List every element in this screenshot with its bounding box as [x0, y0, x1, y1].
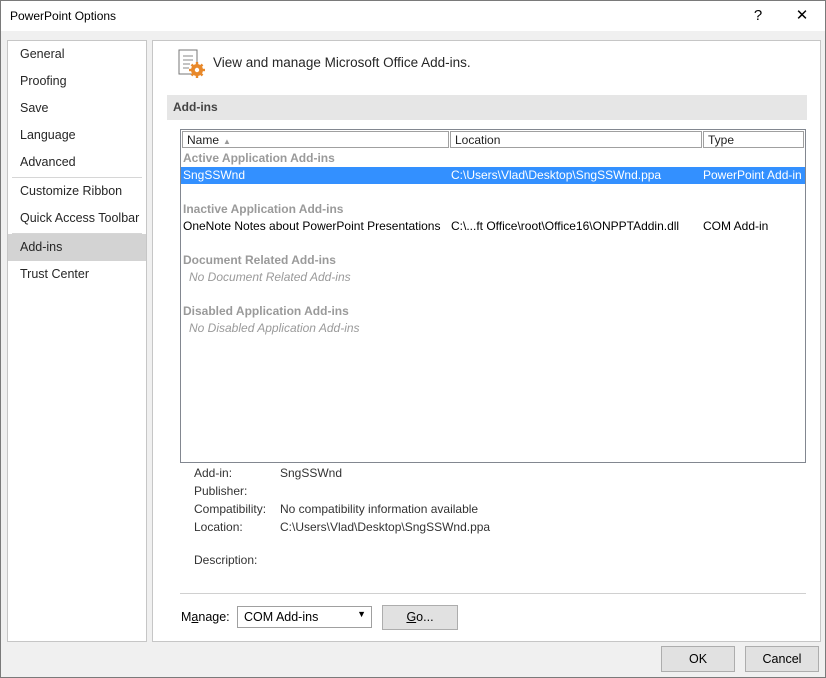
nav-item-trust-center[interactable]: Trust Center — [8, 261, 146, 287]
section-title: Add-ins — [173, 100, 218, 114]
cell-name: OneNote Notes about PowerPoint Presentat… — [183, 219, 441, 233]
group-document-label: Document Related Add-ins — [183, 253, 336, 267]
column-header-type[interactable]: Type — [703, 131, 804, 148]
group-active-label: Active Application Add-ins — [183, 151, 335, 165]
group-disabled-label: Disabled Application Add-ins — [183, 304, 349, 318]
nav-item-language[interactable]: Language — [8, 122, 146, 148]
nav-item-advanced[interactable]: Advanced — [8, 149, 146, 175]
close-button[interactable]: ✕ — [779, 1, 825, 31]
cell-type: PowerPoint Add-in — [703, 168, 802, 182]
go-button[interactable]: Go... — [382, 605, 458, 630]
title-bar: PowerPoint Options ? ✕ — [1, 1, 825, 31]
options-dialog: PowerPoint Options ? ✕ General Proofing … — [0, 0, 826, 678]
detail-publisher-label: Publisher: — [194, 484, 248, 498]
detail-addin-label: Add-in: — [194, 466, 233, 480]
column-header-name[interactable]: Name ▲ — [182, 131, 449, 148]
group-inactive-label: Inactive Application Add-ins — [183, 202, 344, 216]
addins-gear-icon — [178, 49, 205, 78]
chevron-down-icon: ▼ — [357, 609, 366, 619]
nav-item-proofing[interactable]: Proofing — [8, 68, 146, 94]
ok-button[interactable]: OK — [661, 646, 735, 672]
detail-location-value: C:\Users\Vlad\Desktop\SngSSWnd.ppa — [280, 520, 491, 534]
column-header-location[interactable]: Location — [450, 131, 702, 148]
nav-item-quick-access-toolbar[interactable]: Quick Access Toolbar — [8, 205, 146, 231]
addins-panel: View and manage Microsoft Office Add-ins… — [152, 40, 821, 642]
cell-location: C:\...ft Office\root\Office16\ONPPTAddin… — [451, 219, 680, 233]
nav-item-general[interactable]: General — [8, 41, 146, 67]
detail-description-label: Description: — [194, 553, 258, 567]
addins-list[interactable]: Name ▲ Location Type Active Application A… — [180, 129, 806, 463]
cell-name: SngSSWnd — [183, 168, 246, 182]
table-row[interactable]: OneNote Notes about PowerPoint Presentat… — [181, 218, 805, 235]
window-title: PowerPoint Options — [10, 9, 117, 23]
cell-type: COM Add-in — [703, 219, 769, 233]
manage-label: Manage: — [181, 610, 230, 624]
sort-ascending-icon: ▲ — [223, 137, 231, 146]
cell-location: C:\Users\Vlad\Desktop\SngSSWnd.ppa — [451, 168, 662, 182]
nav-item-save[interactable]: Save — [8, 95, 146, 121]
table-row-selected[interactable]: SngSSWnd C:\Users\Vlad\Desktop\SngSSWnd.… — [181, 167, 805, 184]
nav-item-customize-ribbon[interactable]: Customize Ribbon — [8, 178, 146, 204]
group-document-empty: No Document Related Add-ins — [189, 270, 351, 284]
nav-item-add-ins[interactable]: Add-ins — [8, 234, 146, 261]
detail-addin-value: SngSSWnd — [280, 466, 343, 480]
detail-location-label: Location: — [194, 520, 243, 534]
detail-compatibility-label: Compatibility: — [194, 502, 267, 516]
manage-divider — [180, 593, 806, 594]
panel-header-text: View and manage Microsoft Office Add-ins… — [213, 55, 471, 70]
section-header: Add-ins — [167, 95, 807, 120]
detail-compatibility-value: No compatibility information available — [280, 502, 479, 516]
options-nav: General Proofing Save Language Advanced … — [7, 40, 147, 642]
help-button[interactable]: ? — [735, 1, 781, 31]
manage-dropdown[interactable]: COM Add-ins ▼ — [237, 606, 372, 628]
group-disabled-empty: No Disabled Application Add-ins — [189, 321, 360, 335]
manage-dropdown-value: COM Add-ins — [244, 610, 319, 624]
cancel-button[interactable]: Cancel — [745, 646, 819, 672]
